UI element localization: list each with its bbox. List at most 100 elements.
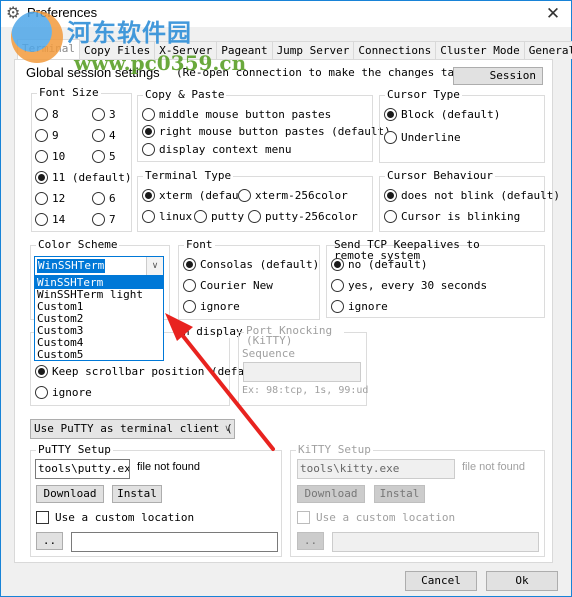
putty-browse-button[interactable]: ..	[36, 532, 63, 550]
scroll-display-legend: n display	[181, 325, 245, 338]
radio-circle	[35, 192, 48, 205]
tab-pageant[interactable]: Pageant	[216, 41, 273, 59]
cursor-behaviour-legend: Cursor Behaviour	[385, 169, 495, 182]
cursor-type-legend: Cursor Type	[385, 88, 462, 101]
cursor-block-radio[interactable]: Block (default)	[384, 108, 500, 121]
no-blink-radio[interactable]: does not blink (default)	[384, 189, 560, 202]
close-button[interactable]: ✕	[541, 3, 565, 25]
radio-circle	[248, 210, 261, 223]
sequence-hint: Ex: 98:tcp, 1s, 99:ud	[242, 385, 369, 396]
blinking-radio[interactable]: Cursor is blinking	[384, 210, 520, 223]
port-knocking-legend: Port Knocking (KiTTY)	[244, 325, 344, 346]
radio-label: ignore	[200, 300, 240, 313]
putty-download-button[interactable]: Download	[36, 485, 104, 503]
kitty-setup-legend: KiTTY Setup	[296, 443, 373, 456]
right-mouse-paste-radio[interactable]: right mouse button pastes (default)	[142, 125, 391, 138]
font-size-5-radio[interactable]: 5	[92, 150, 116, 163]
linux-radio[interactable]: linux	[142, 210, 192, 223]
font-size-9-radio[interactable]: 9	[35, 129, 59, 142]
putty-path-input[interactable]: tools\putty.exe	[35, 459, 130, 479]
color-scheme-selected: WinSSHTerm	[37, 259, 106, 273]
keepalive-no-radio[interactable]: no (default)	[331, 258, 427, 271]
font-size-3-radio[interactable]: 3	[92, 108, 116, 121]
radio-label: no (default)	[348, 258, 428, 271]
font-size-4-radio[interactable]: 4	[92, 129, 116, 142]
radio-label: yes, every 30 seconds	[348, 279, 488, 292]
putty-radio[interactable]: putty	[194, 210, 244, 223]
radio-circle	[142, 210, 155, 223]
session-button[interactable]: Session	[453, 67, 543, 85]
putty-custom-location-checkbox[interactable]: Use a custom location	[36, 511, 194, 524]
radio-label: linux	[159, 210, 193, 223]
radio-circle	[142, 143, 155, 156]
sequence-input[interactable]	[243, 362, 361, 382]
kitty-browse-button[interactable]: ..	[297, 532, 324, 550]
keep-scrollbar-radio[interactable]: Keep scrollbar position (defau	[35, 365, 251, 378]
cursor-underline-radio[interactable]: Underline	[384, 131, 461, 144]
tab-x-server[interactable]: X-Server	[154, 41, 218, 59]
font-size-7-radio[interactable]: 7	[92, 213, 116, 226]
tab-connections[interactable]: Connections	[353, 41, 437, 59]
tab-cluster-mode[interactable]: Cluster Mode	[435, 41, 525, 59]
font-size-6-radio[interactable]: 6	[92, 192, 116, 205]
scroll-ignore-radio[interactable]: ignore	[35, 386, 92, 399]
keepalive-yes-radio[interactable]: yes, every 30 seconds	[331, 279, 487, 292]
putty-install-button[interactable]: Instal	[112, 485, 162, 503]
terminal-client-select[interactable]: Use PuTTY as terminal client ( ∨	[30, 419, 235, 439]
keepalive-ignore-radio[interactable]: ignore	[331, 300, 388, 313]
tab-terminal[interactable]: Terminal	[17, 39, 80, 60]
radio-label: 8	[52, 108, 59, 121]
radio-label: right mouse button pastes (default)	[159, 125, 391, 138]
radio-circle	[35, 108, 48, 121]
font-size-legend: Font Size	[37, 86, 101, 99]
xterm-256color-radio[interactable]: xterm-256color	[238, 189, 348, 202]
tab-jump-server[interactable]: Jump Server	[271, 41, 355, 59]
middle-mouse-paste-radio[interactable]: middle mouse button pastes	[142, 108, 331, 121]
courier-new-radio[interactable]: Courier New	[183, 279, 273, 292]
putty-256color-radio[interactable]: putty-256color	[248, 210, 358, 223]
font-size-11-radio[interactable]: 11 (default)	[35, 171, 131, 184]
consolas-radio[interactable]: Consolas (default)	[183, 258, 319, 271]
kitty-download-button[interactable]: Download	[297, 485, 365, 503]
tab-copy-files[interactable]: Copy Files	[78, 41, 156, 59]
checkbox-box	[36, 511, 49, 524]
kitty-status: file not found	[462, 461, 525, 473]
radio-circle	[142, 125, 155, 138]
kitty-install-button[interactable]: Instal	[374, 485, 425, 503]
font-size-group: Font Size 8 3 9 4 10 5 11 (default) 12 6…	[31, 87, 132, 232]
chevron-down-icon: ∨	[224, 424, 231, 434]
radio-circle	[35, 386, 48, 399]
terminal-type-group: Terminal Type xterm (defaul xterm-256col…	[137, 170, 373, 232]
putty-custom-path-input[interactable]	[71, 532, 278, 552]
font-ignore-radio[interactable]: ignore	[183, 300, 240, 313]
kitty-custom-path-input[interactable]	[332, 532, 539, 552]
ok-button[interactable]: Ok	[486, 571, 558, 591]
kitty-path-input[interactable]: tools\kitty.exe	[297, 459, 455, 479]
font-size-10-radio[interactable]: 10	[35, 150, 65, 163]
cancel-button[interactable]: Cancel	[405, 571, 477, 591]
color-scheme-option[interactable]: Custom5	[35, 349, 163, 361]
radio-circle	[92, 129, 105, 142]
kitty-custom-location-checkbox[interactable]: Use a custom location	[297, 511, 455, 524]
context-menu-radio[interactable]: display context menu	[142, 143, 291, 156]
color-scheme-select[interactable]: WinSSHTerm ∨	[34, 256, 164, 276]
radio-label: Keep scrollbar position (defau	[52, 365, 251, 378]
radio-circle	[183, 279, 196, 292]
font-size-14-radio[interactable]: 14	[35, 213, 65, 226]
chevron-down-icon[interactable]: ∨	[146, 257, 163, 275]
radio-label: 3	[109, 108, 116, 121]
tab-general[interactable]: General	[523, 41, 572, 59]
putty-setup-group: PuTTY Setup tools\putty.exe file not fou…	[30, 444, 282, 557]
xterm-radio[interactable]: xterm (defaul	[142, 189, 245, 202]
radio-label: 12	[52, 192, 66, 205]
radio-circle	[384, 131, 397, 144]
radio-circle	[35, 365, 48, 378]
radio-circle	[384, 189, 397, 202]
kitty-setup-group: KiTTY Setup tools\kitty.exe file not fou…	[290, 444, 545, 557]
radio-circle	[35, 150, 48, 163]
font-size-12-radio[interactable]: 12	[35, 192, 65, 205]
radio-label: 6	[109, 192, 116, 205]
font-size-8-radio[interactable]: 8	[35, 108, 59, 121]
cursor-behaviour-group: Cursor Behaviour does not blink (default…	[379, 170, 560, 232]
radio-label: 10	[52, 150, 66, 163]
